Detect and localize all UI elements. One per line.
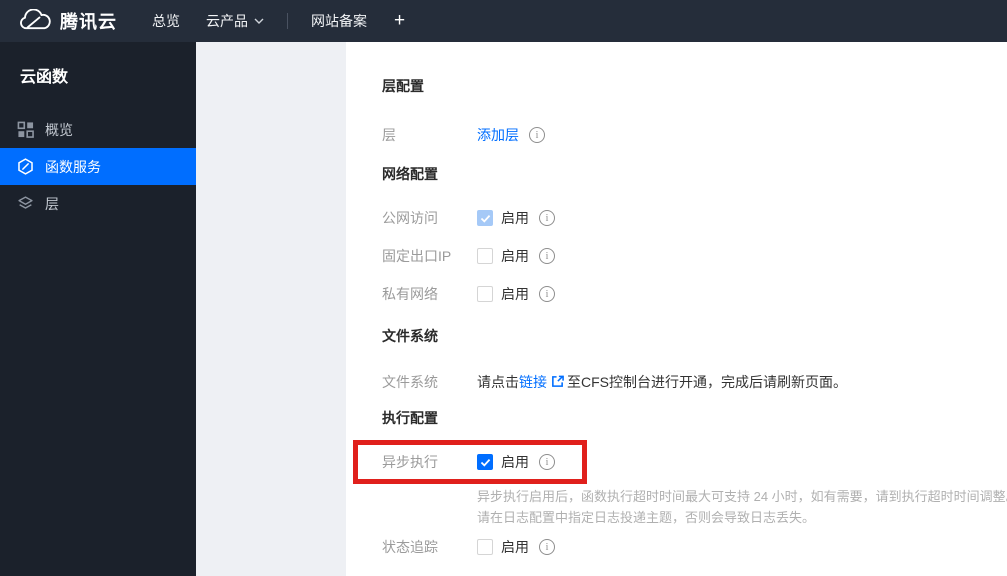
info-icon[interactable]: i [539, 454, 555, 470]
sidebar-item-function-service[interactable]: 函数服务 [0, 148, 196, 185]
nav-cloud-products[interactable]: 云产品 [193, 11, 277, 31]
public-access-row: 公网访问 启用 i [382, 208, 1007, 228]
sidebar: 云函数 概览 函数服务 层 [0, 42, 196, 576]
section-title-execution-config: 执行配置 [382, 410, 438, 426]
public-access-checkbox[interactable] [477, 210, 493, 226]
grid-icon [17, 121, 34, 138]
external-link-icon[interactable] [551, 375, 564, 388]
nav-divider [287, 13, 288, 29]
async-execution-row-wrapper: 异步执行 启用 i [353, 440, 1007, 484]
fixed-ip-row: 固定出口IP 启用 i [382, 246, 1007, 266]
add-layer-link[interactable]: 添加层 [477, 125, 519, 145]
async-execution-help-text: 异步执行启用后，函数执行超时时间最大可支持 24 小时，如有需要，请到执行超时时… [477, 489, 1007, 525]
status-trace-checkbox[interactable] [477, 539, 493, 555]
async-execution-row: 异步执行 启用 i [382, 452, 1007, 472]
fixed-ip-checkbox[interactable] [477, 248, 493, 264]
info-icon[interactable]: i [539, 210, 555, 226]
cloud-logo-icon [17, 9, 51, 33]
vpc-row: 私有网络 启用 i [382, 284, 1007, 304]
topbar-nav: 总览 云产品 网站备案 + [139, 10, 419, 32]
brand-name: 腾讯云 [60, 12, 117, 32]
status-trace-row: 状态追踪 启用 i [382, 537, 1007, 557]
secondary-panel-strip [196, 42, 346, 576]
sidebar-item-label: 层 [45, 195, 59, 212]
sidebar-item-overview[interactable]: 概览 [0, 111, 196, 148]
layer-label: 层 [382, 127, 396, 143]
nav-icp-beian[interactable]: 网站备案 [298, 11, 380, 31]
section-title-filesystem: 文件系统 [382, 328, 438, 344]
sidebar-item-label: 函数服务 [45, 158, 101, 175]
layer-row: 层 添加层 i [382, 125, 1007, 145]
info-icon[interactable]: i [539, 539, 555, 555]
sidebar-title: 云函数 [20, 69, 69, 86]
function-config-panel: 层配置 层 添加层 i 网络配置 公网访问 启用 i 固定出口IP 启用 i 私… [346, 42, 1007, 576]
section-title-layer-config: 层配置 [382, 78, 424, 94]
nav-overview[interactable]: 总览 [139, 11, 193, 31]
sidebar-item-layers[interactable]: 层 [0, 185, 196, 222]
info-icon[interactable]: i [529, 127, 545, 143]
chevron-down-icon [254, 18, 264, 24]
sidebar-nav: 概览 函数服务 层 [0, 111, 196, 222]
info-icon[interactable]: i [539, 286, 555, 302]
info-icon[interactable]: i [539, 248, 555, 264]
section-title-network-config: 网络配置 [382, 166, 438, 182]
layers-icon [17, 195, 34, 212]
topbar: 腾讯云 总览 云产品 网站备案 + [0, 0, 1007, 42]
filesystem-row: 文件系统 请点击链接 至CFS控制台进行开通，完成后请刷新页面。 [382, 374, 847, 390]
add-tab-button[interactable]: + [380, 10, 419, 32]
cfs-console-link[interactable]: 链接 [519, 374, 547, 390]
function-hexagon-icon [17, 158, 34, 175]
tencent-cloud-logo[interactable]: 腾讯云 [0, 8, 117, 34]
async-execution-checkbox[interactable] [477, 454, 493, 470]
vpc-checkbox[interactable] [477, 286, 493, 302]
sidebar-item-label: 概览 [45, 121, 73, 138]
